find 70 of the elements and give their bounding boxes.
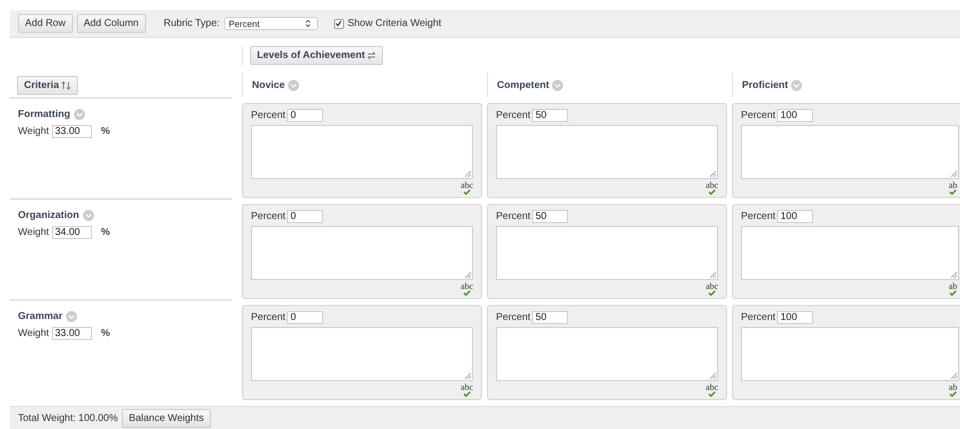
weight-input[interactable]: 33.00 xyxy=(52,125,92,138)
rubric-type-label: Rubric Type: xyxy=(164,18,220,29)
percent-label: Percent xyxy=(496,110,530,121)
description-textarea[interactable] xyxy=(741,226,959,280)
chevron-down-icon[interactable] xyxy=(66,311,78,322)
percent-input[interactable]: 0 xyxy=(287,311,324,324)
percent-label: Percent xyxy=(741,312,776,323)
percent-sign: % xyxy=(100,227,110,238)
rubric-type-select[interactable]: Percent xyxy=(224,17,318,30)
chevron-down-icon[interactable] xyxy=(288,80,299,90)
percent-label: Percent xyxy=(496,211,530,222)
resize-grip-icon[interactable] xyxy=(951,272,957,278)
chevron-down-icon[interactable] xyxy=(552,80,564,90)
weight-label: Weight xyxy=(18,227,49,238)
chevron-down-icon[interactable] xyxy=(74,109,86,120)
resize-grip-icon[interactable] xyxy=(710,171,716,177)
up-down-arrows-icon xyxy=(304,19,311,28)
percent-label: Percent xyxy=(251,312,286,323)
resize-grip-icon[interactable] xyxy=(951,171,957,177)
chevron-down-icon[interactable] xyxy=(791,80,802,90)
percent-input[interactable]: 100 xyxy=(777,311,814,324)
description-textarea[interactable] xyxy=(496,125,718,179)
criterion-name: Formatting xyxy=(18,109,70,120)
percent-label: Percent xyxy=(741,211,776,222)
level-name: Novice xyxy=(252,80,285,90)
level-name: Competent xyxy=(497,80,550,90)
sort-icon xyxy=(61,80,72,90)
description-textarea[interactable] xyxy=(251,226,473,280)
description-textarea[interactable] xyxy=(496,226,718,280)
show-weight-label: Show Criteria Weight xyxy=(348,18,442,29)
percent-input[interactable]: 0 xyxy=(287,210,324,223)
level-name: Proficient xyxy=(742,80,788,90)
swap-icon xyxy=(367,51,376,60)
percent-input[interactable]: 100 xyxy=(777,109,814,122)
weight-input[interactable]: 34.00 xyxy=(52,226,92,239)
percent-label: Percent xyxy=(251,211,286,222)
percent-label: Percent xyxy=(741,110,776,121)
description-textarea[interactable] xyxy=(496,327,718,381)
resize-grip-icon[interactable] xyxy=(951,373,957,379)
percent-label: Percent xyxy=(251,110,286,121)
percent-input[interactable]: 50 xyxy=(532,210,568,223)
criterion-name: Organization xyxy=(18,210,80,221)
percent-sign: % xyxy=(100,328,110,339)
resize-grip-icon[interactable] xyxy=(465,171,471,177)
percent-input[interactable]: 100 xyxy=(777,210,814,223)
weight-label: Weight xyxy=(18,126,49,137)
percent-label: Percent xyxy=(496,312,530,323)
show-weight-checkbox[interactable] xyxy=(334,18,344,28)
description-textarea[interactable] xyxy=(741,327,959,381)
levels-of-achievement-button[interactable]: Levels of Achievement xyxy=(250,46,384,65)
description-textarea[interactable] xyxy=(251,125,473,179)
description-textarea[interactable] xyxy=(741,125,959,179)
toolbar-button[interactable]: Add Row xyxy=(18,14,73,33)
balance-weights-button[interactable]: Balance Weights xyxy=(122,408,211,428)
chevron-down-icon[interactable] xyxy=(83,210,94,221)
criteria-sort-button[interactable]: Criteria xyxy=(17,76,78,94)
percent-input[interactable]: 0 xyxy=(287,109,324,122)
description-textarea[interactable] xyxy=(251,327,473,381)
percent-input[interactable]: 50 xyxy=(532,311,568,324)
weight-label: Weight xyxy=(18,328,49,339)
resize-grip-icon[interactable] xyxy=(710,272,716,278)
toolbar-button[interactable]: Add Column xyxy=(76,14,146,33)
resize-grip-icon[interactable] xyxy=(465,373,471,379)
total-weight-text: Total Weight: 100.00% xyxy=(18,412,118,424)
percent-sign: % xyxy=(100,126,110,137)
criterion-name: Grammar xyxy=(18,311,62,322)
weight-input[interactable]: 33.00 xyxy=(52,327,92,340)
resize-grip-icon[interactable] xyxy=(710,373,716,379)
percent-input[interactable]: 50 xyxy=(532,109,568,122)
resize-grip-icon[interactable] xyxy=(465,272,471,278)
